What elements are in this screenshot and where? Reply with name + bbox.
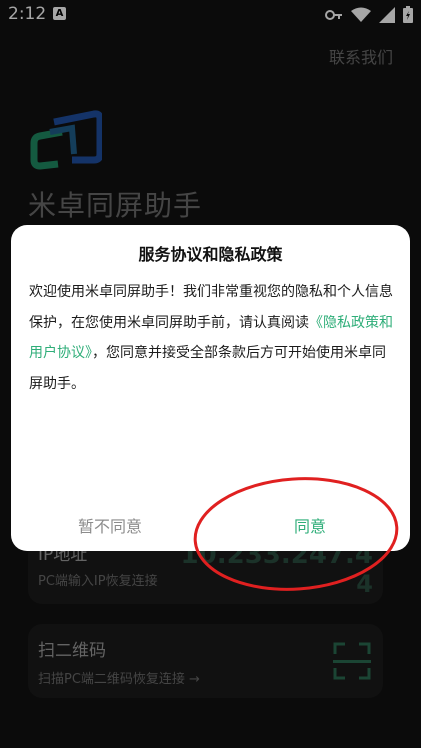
decline-button[interactable]: 暂不同意 <box>78 513 142 537</box>
dialog-body: 欢迎使用米卓同屏助手！我们非常重视您的隐私和个人信息保护，在您使用米卓同屏助手前… <box>29 277 393 399</box>
highlight-annotation <box>193 477 399 591</box>
dialog-title: 服务协议和隐私政策 <box>138 245 283 264</box>
